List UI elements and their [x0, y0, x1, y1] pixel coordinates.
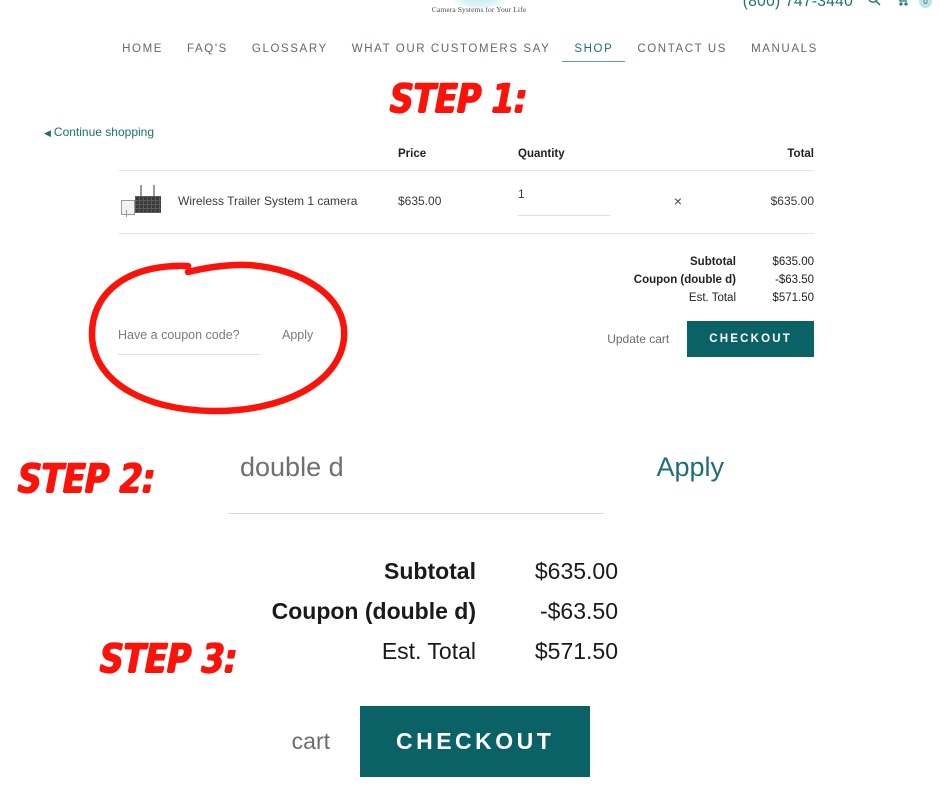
site-header: Camera Systems for Your Life (800) 747-3… — [0, 0, 940, 22]
checkout-button[interactable]: CHECKOUT — [687, 321, 814, 357]
nav-item-testimonials[interactable]: WHAT OUR CUSTOMERS SAY — [340, 42, 563, 57]
zoomed-coupon-underline — [228, 513, 604, 514]
cart-action-bar: Update cart CHECKOUT — [607, 321, 814, 357]
totals-row-subtotal: Subtotal $635.00 — [634, 256, 814, 268]
cart-icon[interactable] — [895, 0, 909, 11]
subtotal-label: Subtotal — [690, 256, 736, 268]
column-header-price: Price — [398, 148, 427, 160]
annotation-step-2: STEP 2: — [17, 456, 156, 502]
header-utilities: (800) 747-3440 0 — [743, 0, 932, 11]
table-row: Wireless Trailer System 1 camera $635.00… — [118, 171, 814, 234]
zoomed-totals-row-subtotal: Subtotal $635.00 — [228, 558, 618, 585]
cart-count-badge: 0 — [919, 0, 932, 8]
zoomed-est-total-label: Est. Total — [381, 638, 476, 664]
zoomed-coupon-field-row: double d Apply — [228, 452, 738, 483]
coupon-code-input[interactable] — [118, 328, 260, 355]
continue-shopping-label: Continue shopping — [53, 125, 154, 139]
zoomed-totals-row-est-total: Est. Total $571.50 — [228, 638, 618, 665]
zoomed-subtotal-value: $635.00 — [534, 558, 618, 584]
update-cart-button[interactable]: Update cart — [607, 332, 669, 346]
product-price: $635.00 — [398, 194, 442, 208]
site-logo[interactable]: Camera Systems for Your Life — [404, 0, 554, 14]
zoomed-totals-row-coupon: Coupon (double d) -$63.50 — [228, 598, 618, 625]
quantity-field-cell: 1 — [518, 187, 648, 216]
zoomed-coupon-apply-button[interactable]: Apply — [656, 452, 738, 483]
zoomed-est-total-value: $571.50 — [534, 638, 618, 664]
est-total-value: $571.50 — [772, 292, 814, 304]
nav-item-manuals[interactable]: MANUALS — [739, 42, 830, 57]
totals-row-coupon: Coupon (double d) -$63.50 — [634, 274, 814, 286]
continue-shopping-link[interactable]: ◀ Continue shopping — [44, 125, 154, 139]
annotation-step-3: STEP 3: — [99, 636, 238, 682]
product-thumbnail-cell[interactable] — [118, 185, 178, 217]
cart-table-header: Price Quantity Total — [118, 148, 814, 171]
wireless-trailer-camera-icon — [118, 185, 164, 217]
cart-totals: Subtotal $635.00 Coupon (double d) -$63.… — [634, 256, 814, 310]
search-icon[interactable] — [867, 0, 881, 11]
cart-table: Price Quantity Total Wireless Trailer Sy… — [118, 148, 814, 234]
coupon-apply-button[interactable]: Apply — [282, 328, 313, 342]
annotation-step-1: STEP 1: — [389, 76, 528, 122]
quantity-input[interactable]: 1 — [518, 187, 610, 216]
zoomed-coupon-label: Coupon (double d) — [271, 598, 476, 624]
zoomed-cart-action-bar: cart CHECKOUT — [282, 706, 591, 777]
totals-row-est-total: Est. Total $571.50 — [634, 292, 814, 304]
coupon-value: -$63.50 — [774, 274, 814, 286]
nav-item-glossary[interactable]: GLOSSARY — [240, 42, 340, 57]
remove-item-cell: × — [648, 193, 708, 209]
back-caret-icon: ◀ — [44, 128, 51, 138]
cart-screenshot: ◀ Continue shopping Price Quantity Total … — [0, 118, 940, 418]
phone-number[interactable]: (800) 747-3440 — [743, 0, 853, 11]
subtotal-value: $635.00 — [772, 256, 814, 268]
zoomed-coupon-value: -$63.50 — [539, 598, 618, 624]
coupon-form: Apply — [118, 328, 313, 355]
est-total-label: Est. Total — [688, 292, 736, 304]
zoomed-update-cart-button[interactable]: cart — [282, 728, 330, 755]
remove-item-icon[interactable]: × — [674, 193, 682, 209]
zoomed-subtotal-label: Subtotal — [384, 558, 476, 584]
zoomed-coupon-code-input[interactable]: double d — [228, 452, 344, 483]
column-header-total: Total — [787, 148, 814, 160]
product-name[interactable]: Wireless Trailer System 1 camera — [178, 194, 398, 208]
nav-item-home[interactable]: HOME — [110, 42, 175, 57]
coupon-label: Coupon (double d) — [633, 274, 736, 286]
nav-item-faqs[interactable]: FAQ'S — [175, 42, 240, 57]
product-line-total: $635.00 — [770, 194, 814, 208]
nav-item-shop[interactable]: SHOP — [562, 42, 626, 62]
zoomed-cart-totals: Subtotal $635.00 Coupon (double d) -$63.… — [228, 558, 618, 678]
zoomed-checkout-button[interactable]: CHECKOUT — [360, 706, 591, 777]
nav-item-contact-us[interactable]: CONTACT US — [625, 42, 739, 57]
main-navigation: HOME FAQ'S GLOSSARY WHAT OUR CUSTOMERS S… — [0, 42, 940, 62]
column-header-quantity: Quantity — [518, 148, 565, 160]
zoomed-coupon-form: double d Apply — [228, 452, 738, 514]
